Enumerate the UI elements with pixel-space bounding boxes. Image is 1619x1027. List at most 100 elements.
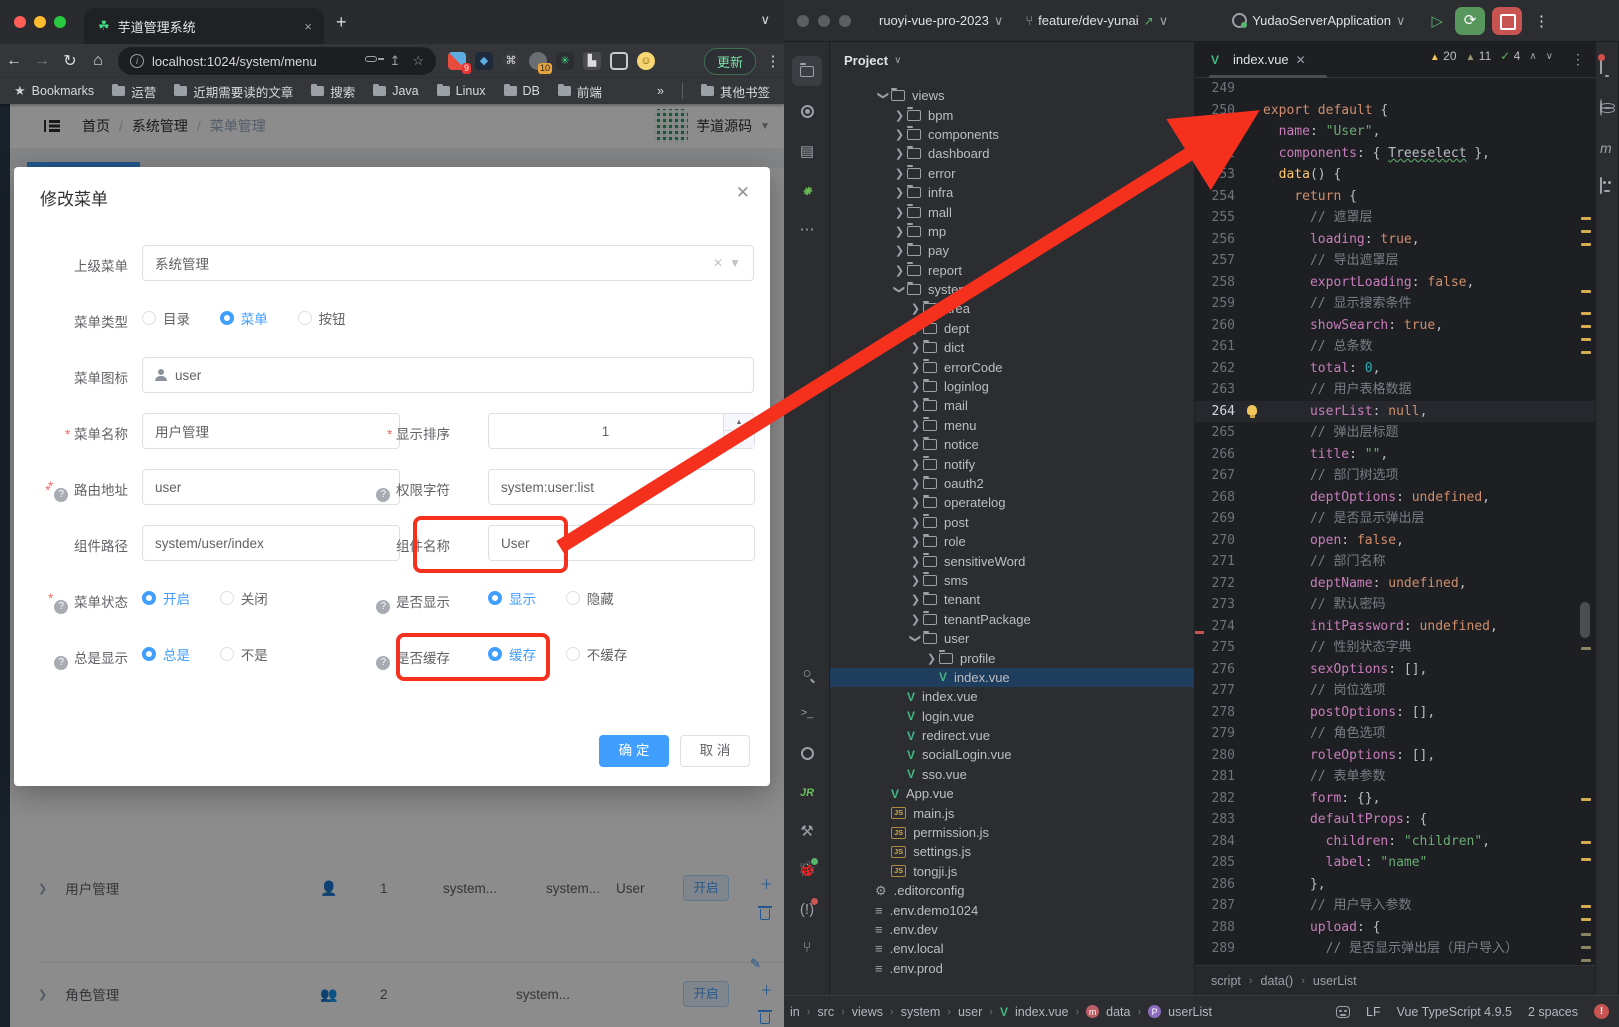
status-breadcrumb[interactable]: in›src›views›system›user›Vindex.vue›mdat… (790, 1005, 1212, 1019)
chevron-icon[interactable]: ❯ (908, 574, 923, 587)
bookmark-item[interactable]: 搜索 (311, 82, 355, 101)
tree-item-main.js[interactable]: JSmain.js (830, 803, 1194, 822)
tree-item-role[interactable]: ❯role (830, 532, 1194, 551)
debug-tool-icon[interactable]: 🐞 (792, 854, 822, 884)
tree-item-settings.js[interactable]: JSsettings.js (830, 842, 1194, 861)
close-window-button[interactable] (797, 15, 809, 27)
chevron-icon[interactable]: ❯ (908, 322, 923, 335)
chevron-down-icon[interactable]: ▼ (729, 256, 741, 270)
password-key-icon[interactable] (365, 56, 377, 62)
parent-menu-select[interactable]: 系统管理 ✕▼ (142, 245, 754, 281)
breadcrumb-script[interactable]: script (1211, 974, 1241, 988)
code-editor[interactable]: 249250export default {251 name: "User",2… (1195, 78, 1595, 965)
vcs-branch-widget[interactable]: ⑂ feature/dev-yunai ↗ ∨ (1025, 13, 1168, 29)
tree-item-components[interactable]: ❯components (830, 125, 1194, 144)
structure-tool-icon[interactable]: ▤ (792, 136, 822, 166)
help-icon[interactable]: ? (376, 488, 390, 502)
reload-button[interactable]: ↻ (56, 51, 84, 71)
project-tool-icon[interactable] (792, 56, 822, 86)
scrollbar-thumb[interactable] (1580, 602, 1590, 638)
bookmark-item[interactable]: Linux (437, 82, 486, 101)
tree-item-sensitiveWord[interactable]: ❯sensitiveWord (830, 551, 1194, 570)
chevron-icon[interactable]: ❯ (877, 88, 890, 103)
chevron-icon[interactable]: ❯ (892, 186, 907, 199)
browser-tab[interactable]: ☘ 芋道管理系统 × (84, 8, 324, 44)
permission-input[interactable]: system:user:list (488, 469, 755, 505)
tree-item-system[interactable]: ❯system (830, 280, 1194, 299)
bookmark-star-icon[interactable]: ☆ (412, 53, 424, 69)
tree-item-tenant[interactable]: ❯tenant (830, 590, 1194, 609)
chevron-icon[interactable]: ❯ (893, 282, 906, 297)
bookmark-item[interactable]: 前端 (558, 82, 602, 101)
extension-tampermonkey-icon[interactable]: 10 (529, 52, 547, 70)
stepper-down-icon[interactable]: ▼ (724, 431, 754, 448)
chevron-icon[interactable]: ❯ (924, 652, 939, 665)
tree-item-sms[interactable]: ❯sms (830, 571, 1194, 590)
tree-item-bpm[interactable]: ❯bpm (830, 105, 1194, 124)
tree-item-sso.vue[interactable]: Vsso.vue (830, 765, 1194, 784)
radio-visible[interactable]: 显示 (488, 588, 536, 608)
chevron-icon[interactable]: ❯ (908, 613, 923, 626)
help-icon[interactable]: ? (376, 656, 390, 670)
bookmark-item[interactable]: 近期需要读的文章 (174, 82, 293, 101)
browser-menu-icon[interactable]: ⋮ (762, 52, 784, 70)
more-tools-icon[interactable]: ⋯ (792, 214, 822, 244)
tree-item-.env.prod[interactable]: ≡.env.prod (830, 959, 1194, 978)
radio-status-off[interactable]: 关闭 (220, 588, 268, 608)
bookmark-item[interactable]: Java (373, 82, 418, 101)
tab-close-icon[interactable]: ✕ (1296, 53, 1306, 67)
tree-item-.editorconfig[interactable]: ⚙.editorconfig (830, 881, 1194, 900)
minimize-window-button[interactable] (818, 15, 830, 27)
file-type[interactable]: Vue TypeScript 4.9.5 (1397, 1005, 1512, 1019)
confirm-button[interactable]: 确 定 (599, 735, 669, 767)
tree-item-views[interactable]: ❯views (830, 86, 1194, 105)
site-info-icon[interactable]: i (130, 54, 144, 68)
tree-item-mp[interactable]: ❯mp (830, 222, 1194, 241)
tree-item-dept[interactable]: ❯dept (830, 319, 1194, 338)
tree-item-post[interactable]: ❯post (830, 513, 1194, 532)
help-icon[interactable]: ? (376, 600, 390, 614)
chevron-icon[interactable]: ❯ (908, 399, 923, 412)
database-tool-icon[interactable] (1600, 100, 1602, 115)
status-path-item[interactable]: system (901, 1005, 941, 1019)
run-configuration[interactable]: YudaoServerApplication∨ (1232, 13, 1405, 29)
tree-item-socialLogin.vue[interactable]: VsocialLogin.vue (830, 745, 1194, 764)
dialog-close-icon[interactable]: ✕ (736, 183, 750, 203)
chevron-icon[interactable]: ❯ (908, 419, 923, 432)
line-ending[interactable]: LF (1366, 1005, 1381, 1019)
radio-status-on[interactable]: 开启 (142, 588, 190, 608)
terminal-icon[interactable]: >_ (792, 698, 822, 728)
jrebel-icon[interactable]: ❋ (792, 176, 822, 206)
tree-item-.env.dev[interactable]: ≡.env.dev (830, 920, 1194, 939)
tree-item-App.vue[interactable]: VApp.vue (830, 784, 1194, 803)
editor-tab[interactable]: V index.vue ✕ (1195, 42, 1316, 77)
status-path-item[interactable]: user (958, 1005, 982, 1019)
tree-item-mall[interactable]: ❯mall (830, 202, 1194, 221)
profile-avatar[interactable]: ☺ (637, 52, 655, 70)
status-path-item[interactable]: views (852, 1005, 883, 1019)
breadcrumb-data[interactable]: data() (1261, 974, 1294, 988)
tree-item-index.vue[interactable]: Vindex.vue (830, 668, 1194, 687)
chevron-icon[interactable]: ❯ (892, 167, 907, 180)
tree-item-index.vue[interactable]: Vindex.vue (830, 687, 1194, 706)
forward-button[interactable]: → (28, 52, 56, 70)
chevron-icon[interactable]: ❯ (908, 477, 923, 490)
tree-item-loginlog[interactable]: ❯loginlog (830, 377, 1194, 396)
tree-item-user[interactable]: ❯user (830, 629, 1194, 648)
tree-item-operatelog[interactable]: ❯operatelog (830, 493, 1194, 512)
split-view-icon[interactable] (610, 52, 628, 70)
help-icon[interactable]: ? (54, 600, 68, 614)
chevron-icon[interactable]: ❯ (908, 380, 923, 393)
chevron-icon[interactable]: ❯ (908, 341, 923, 354)
bookmark-item[interactable]: 运营 (112, 82, 156, 101)
tree-item-login.vue[interactable]: Vlogin.vue (830, 707, 1194, 726)
copilot-status-icon[interactable] (1336, 1006, 1350, 1018)
tree-item-profile[interactable]: ❯profile (830, 648, 1194, 667)
tree-item-tongji.js[interactable]: JStongji.js (830, 862, 1194, 881)
editor-options-icon[interactable]: ⋮ (1571, 51, 1585, 68)
help-icon[interactable]: ? (54, 656, 68, 670)
component-name-input[interactable]: User (488, 525, 755, 561)
extensions-puzzle-icon[interactable]: ▙ (583, 52, 601, 70)
bookmark-item[interactable]: ★Bookmarks (14, 82, 94, 101)
radio-always[interactable]: 总是 (142, 644, 190, 664)
